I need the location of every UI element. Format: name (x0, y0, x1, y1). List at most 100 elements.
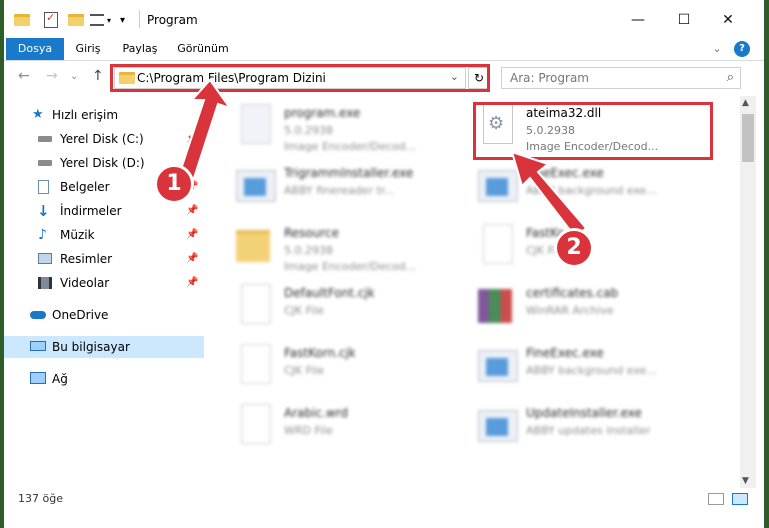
picture-icon (38, 253, 52, 264)
details-view-icon[interactable] (708, 493, 724, 505)
pin-icon[interactable]: 📌 (186, 248, 198, 270)
computer-icon (30, 341, 46, 351)
sidebar-item-videos[interactable]: Videolar 📌 (4, 272, 204, 294)
maximize-button[interactable]: ☐ (664, 8, 704, 32)
cloud-icon (30, 311, 46, 319)
drive-icon (38, 136, 52, 142)
ribbon-tabs: Dosya Giriş Paylaş Görünüm ⌄ ? (4, 38, 764, 61)
qa-dropdown-icon[interactable]: ▾ (120, 10, 125, 30)
sidebar-item-music[interactable]: ♪ Müzik 📌 (4, 224, 204, 246)
large-icons-view-icon[interactable] (732, 493, 748, 505)
sidebar-item-disk-c[interactable]: Yerel Disk (C:) 📌 (4, 128, 204, 150)
sidebar-item-label: Ağ (52, 372, 68, 386)
tab-file[interactable]: Dosya (6, 38, 64, 60)
file-item[interactable]: certificates.cab WinRAR Archive (466, 280, 706, 336)
sidebar-item-label: Yerel Disk (D:) (60, 156, 145, 170)
file-item[interactable]: program.exe 5.0.2938 Image Encoder/Decod… (224, 100, 464, 156)
file-description: ABBY background exe... (526, 364, 657, 377)
search-icon[interactable]: ⌕ (727, 70, 734, 85)
callout-1: 1 (154, 164, 194, 204)
star-icon: ★ (32, 107, 44, 122)
document-icon (236, 344, 276, 388)
tab-home[interactable]: Giriş (68, 38, 108, 60)
document-icon (38, 180, 49, 194)
file-item[interactable]: Arabic.wrd WRD File (224, 400, 464, 456)
file-version: 5.0.2938 (284, 124, 333, 137)
sidebar-item-label: Bu bilgisayar (52, 340, 130, 354)
help-icon[interactable]: ? (734, 41, 750, 57)
file-description: ABBY updates installer (526, 424, 651, 437)
new-folder-icon[interactable] (68, 10, 84, 30)
recent-locations-icon[interactable]: ⌄ (70, 71, 78, 82)
explorer-window: ✓ ▾ ▾ Program — ☐ ✕ Dosya Giriş Paylaş G… (4, 0, 764, 528)
music-note-icon: ♪ (38, 227, 47, 243)
document-icon (236, 284, 276, 328)
back-button[interactable]: ← (18, 68, 30, 84)
file-name: Trigrammlnstaller.exe (284, 166, 414, 180)
sidebar-item-network[interactable]: Ağ (4, 368, 204, 390)
file-description: CJK File (284, 304, 325, 317)
file-name: FineExec.exe (526, 166, 604, 180)
vertical-scrollbar[interactable]: ▲ ▼ (740, 96, 756, 488)
file-item[interactable]: DefaultFont.cjk CJK File (224, 280, 464, 336)
quick-access-folder-icon[interactable] (14, 10, 30, 30)
sidebar-item-onedrive[interactable]: OneDrive (4, 304, 204, 326)
file-name: Arabic.wrd (284, 406, 349, 420)
scroll-down-icon[interactable]: ▼ (742, 476, 749, 486)
file-description: CJK File (284, 364, 325, 377)
ribbon-expand-icon[interactable]: ⌄ (708, 38, 726, 60)
title-divider (139, 10, 140, 28)
sidebar-item-label: Belgeler (60, 180, 110, 194)
file-name: program.exe (284, 106, 361, 120)
installer-icon (236, 164, 276, 208)
download-arrow-icon: ↓ (37, 202, 50, 220)
film-icon (38, 277, 52, 289)
file-description: ABBY background exe... (526, 184, 657, 197)
file-description: Image Encoder/Decod... (284, 260, 417, 273)
file-item[interactable]: FineExec.exe ABBY background exe... (466, 160, 706, 216)
status-bar: 137 öğe (4, 488, 764, 510)
title-bar: ✓ ▾ ▾ Program — ☐ ✕ (4, 0, 764, 38)
up-button[interactable]: ↑ (92, 68, 104, 84)
sidebar-item-label: İndirmeler (60, 204, 122, 218)
search-placeholder: Ara: Program (510, 71, 589, 85)
search-box[interactable]: Ara: Program ⌕ (501, 67, 741, 89)
pin-icon[interactable]: 📌 (186, 224, 198, 246)
sidebar-item-pictures[interactable]: Resimler 📌 (4, 248, 204, 270)
callout-2: 2 (554, 228, 594, 268)
file-item[interactable]: FastKorn.cjk CJK File (224, 340, 464, 396)
file-name: DefaultFont.cjk (284, 286, 375, 300)
sidebar-item-label: Hızlı erişim (52, 108, 119, 122)
pin-icon[interactable]: 📌 (186, 200, 198, 222)
file-name: UpdateInstaller.exe (526, 406, 642, 420)
file-item[interactable]: UpdateInstaller.exe ABBY updates install… (466, 400, 706, 456)
file-item[interactable]: Trigrammlnstaller.exe ABBY finereader tr… (224, 160, 464, 216)
file-item[interactable]: FineExec.exe ABBY background exe... (466, 340, 706, 396)
file-description: WinRAR Archive (526, 304, 614, 317)
sidebar-item-label: Yerel Disk (C:) (60, 132, 144, 146)
file-name: FastKorn.cjk (284, 346, 356, 360)
close-button[interactable]: ✕ (708, 8, 748, 32)
rar-archive-icon (478, 284, 518, 328)
file-description: Image Encoder/Decod... (284, 140, 417, 153)
sidebar-item-label: Videolar (60, 276, 110, 290)
sidebar-item-this-pc[interactable]: Bu bilgisayar (4, 336, 204, 358)
scroll-up-icon[interactable]: ▲ (742, 98, 749, 108)
sidebar-item-quick-access[interactable]: ★ Hızlı erişim (4, 104, 204, 126)
tab-share[interactable]: Paylaş (116, 38, 164, 60)
file-name: certificates.cab (526, 286, 619, 300)
tab-view[interactable]: Görünüm (172, 38, 234, 60)
customize-icon[interactable]: ▾ (90, 10, 111, 30)
network-icon (30, 372, 46, 384)
forward-button[interactable]: → (46, 68, 58, 84)
folder-item[interactable]: Resource 5.0.2938 Image Encoder/Decod... (224, 220, 464, 276)
properties-icon[interactable]: ✓ (44, 10, 58, 30)
exe-file-icon (478, 404, 518, 448)
scrollbar-thumb[interactable] (742, 114, 754, 162)
address-highlight-box (110, 64, 490, 92)
pin-icon[interactable]: 📌 (186, 272, 198, 294)
minimize-button[interactable]: — (618, 8, 658, 32)
file-description: WRD File (284, 424, 333, 437)
navigation-pane: ★ Hızlı erişim Yerel Disk (C:) 📌 Yerel D… (4, 96, 204, 486)
pin-icon[interactable]: 📌 (186, 128, 198, 150)
